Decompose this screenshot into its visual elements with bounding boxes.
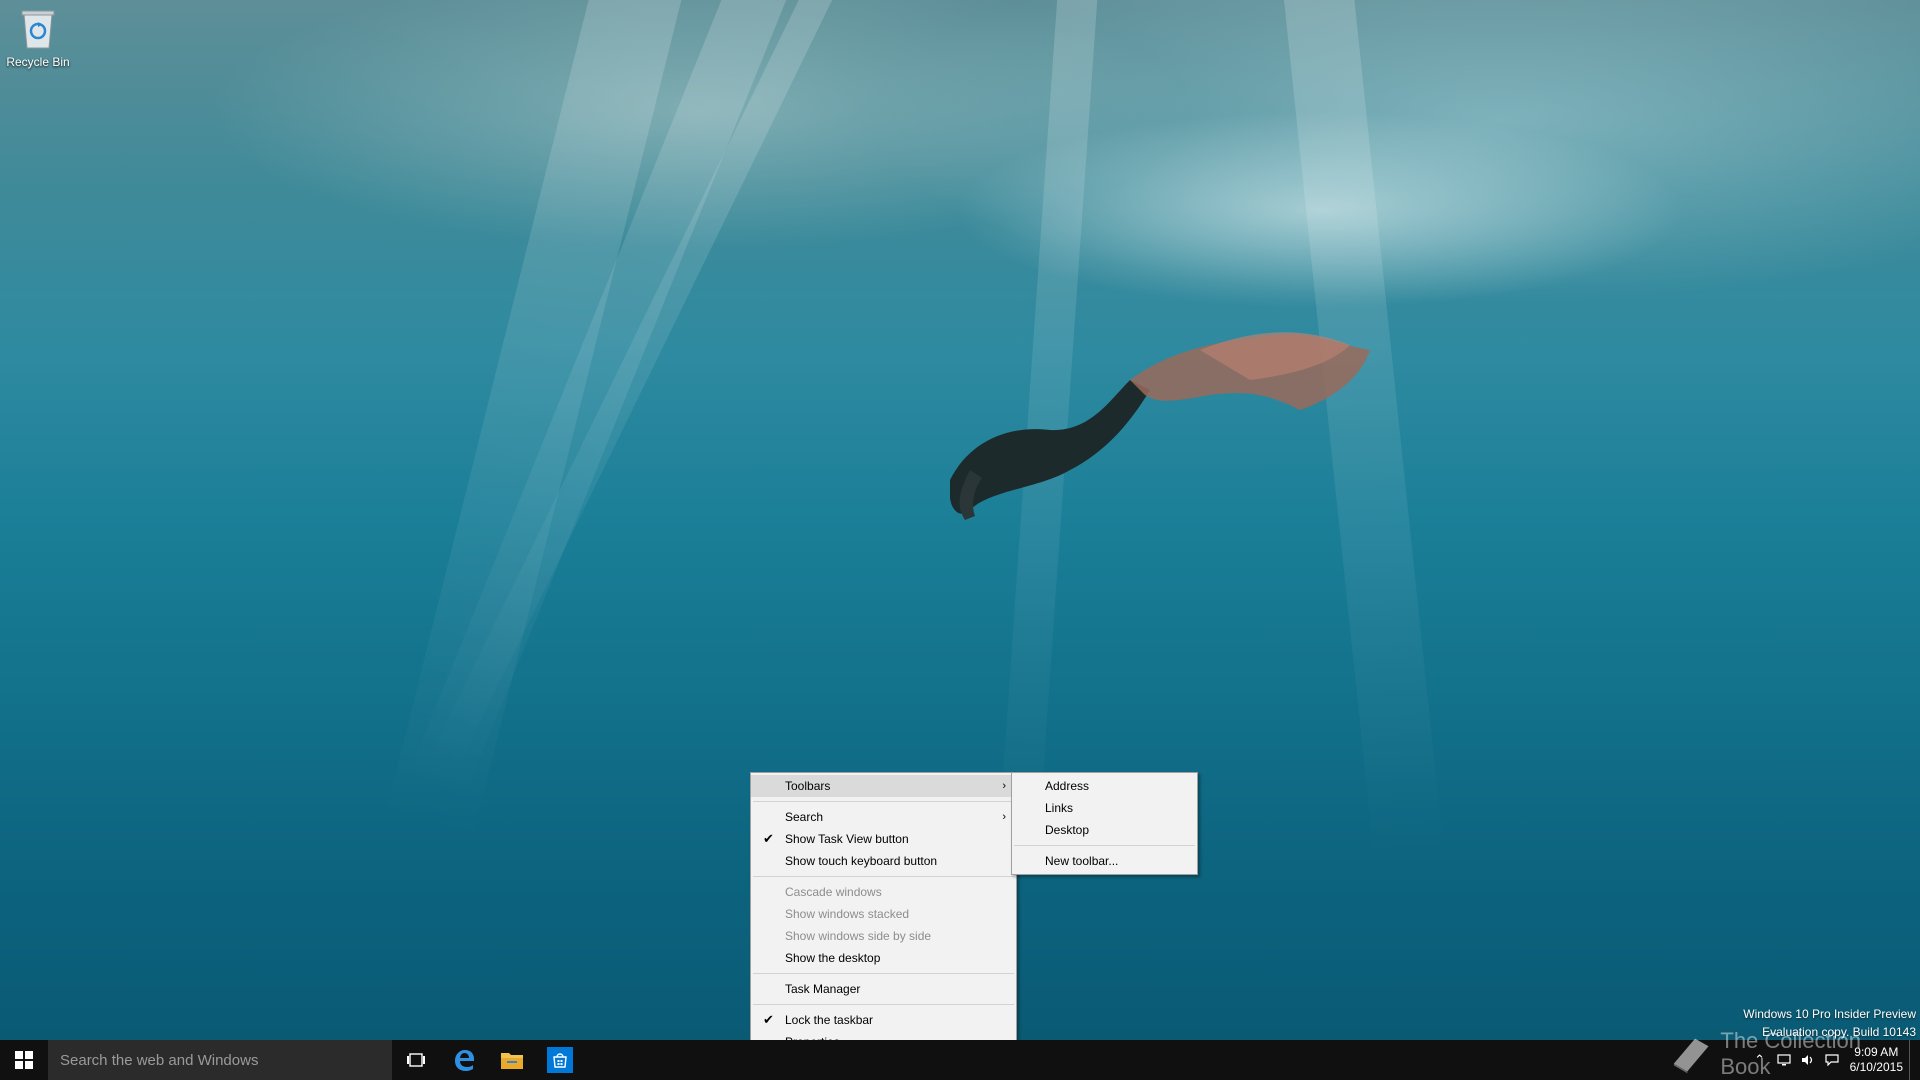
submenu-item-links[interactable]: Links — [1012, 797, 1197, 819]
desktop-icon-recycle-bin[interactable]: Recycle Bin — [4, 6, 72, 69]
menu-item-label: Search — [785, 810, 824, 824]
light-ray — [383, 0, 689, 845]
menu-item-toolbars[interactable]: Toolbars › — [751, 775, 1016, 797]
store-taskbar-button[interactable] — [547, 1047, 573, 1073]
menu-item-label: Cascade windows — [785, 885, 882, 899]
store-icon — [553, 1053, 567, 1068]
menu-item-show-windows-side-by-side: Show windows side by side — [751, 925, 1016, 947]
chevron-right-icon: › — [1002, 811, 1006, 823]
edge-taskbar-button[interactable] — [440, 1040, 488, 1080]
build-watermark: Windows 10 Pro Insider Preview Evaluatio… — [1743, 1005, 1916, 1041]
menu-item-lock-the-taskbar[interactable]: ✔ Lock the taskbar — [751, 1009, 1016, 1031]
menu-item-label: Desktop — [1045, 823, 1090, 837]
menu-item-label: Show Task View button — [785, 832, 909, 846]
submenu-item-new-toolbar[interactable]: New toolbar... — [1012, 850, 1197, 872]
menu-separator — [753, 973, 1014, 974]
show-desktop-button[interactable] — [1909, 1040, 1914, 1080]
submenu-item-desktop[interactable]: Desktop — [1012, 819, 1197, 841]
menu-item-label: Address — [1045, 779, 1090, 793]
menu-item-show-touch-keyboard-button[interactable]: Show touch keyboard button — [751, 850, 1016, 872]
menu-item-search[interactable]: Search › — [751, 806, 1016, 828]
menu-item-label: Show windows stacked — [785, 907, 910, 921]
menu-item-label: Links — [1045, 801, 1074, 815]
taskbar-context-menu: Toolbars › Search › ✔ Show Task View but… — [750, 772, 1017, 1056]
search-placeholder: Search the web and Windows — [60, 1051, 259, 1069]
task-view-button[interactable] — [392, 1040, 440, 1080]
recycle-bin-icon — [21, 10, 55, 49]
taskbar-search-box[interactable]: Search the web and Windows — [48, 1040, 392, 1080]
network-icon[interactable] — [1772, 1040, 1796, 1080]
watermark-build: Evaluation copy. Build 10143 — [1762, 1025, 1916, 1039]
menu-item-cascade-windows: Cascade windows — [751, 881, 1016, 903]
menu-separator — [1014, 845, 1195, 846]
menu-item-task-manager[interactable]: Task Manager — [751, 978, 1016, 1000]
menu-item-show-task-view-button[interactable]: ✔ Show Task View button — [751, 828, 1016, 850]
clock-time: 9:09 AM — [1854, 1045, 1899, 1059]
file-explorer-taskbar-button[interactable] — [488, 1040, 536, 1080]
taskbar[interactable]: Search the web and Windows ⌃ 9:09 AM 6/1… — [0, 1040, 1920, 1080]
menu-item-label: Show windows side by side — [785, 929, 932, 943]
start-button[interactable] — [0, 1040, 48, 1080]
menu-separator — [753, 1004, 1014, 1005]
folder-icon — [501, 1053, 523, 1069]
checkmark-icon: ✔ — [763, 831, 774, 846]
menu-separator — [753, 876, 1014, 877]
edge-icon — [455, 1050, 474, 1071]
taskbar-clock[interactable]: 9:09 AM 6/10/2015 — [1844, 1045, 1909, 1075]
system-tray: ⌃ 9:09 AM 6/10/2015 — [1748, 1040, 1914, 1080]
volume-icon[interactable] — [1796, 1040, 1820, 1080]
menu-item-label: Show the desktop — [785, 951, 881, 965]
menu-item-label: New toolbar... — [1045, 854, 1119, 868]
task-view-icon — [407, 1053, 425, 1067]
checkmark-icon: ✔ — [763, 1012, 774, 1027]
menu-item-label: Show touch keyboard button — [785, 854, 938, 868]
menu-item-show-windows-stacked: Show windows stacked — [751, 903, 1016, 925]
clock-date: 6/10/2015 — [1849, 1060, 1903, 1074]
windows-logo-icon — [15, 1051, 33, 1069]
action-center-icon[interactable] — [1820, 1040, 1844, 1080]
watermark-edition: Windows 10 Pro Insider Preview — [1743, 1007, 1916, 1021]
menu-item-label: Task Manager — [785, 982, 861, 996]
menu-item-label: Toolbars — [785, 779, 831, 793]
menu-separator — [753, 801, 1014, 802]
chevron-right-icon: › — [1002, 780, 1006, 792]
menu-item-show-the-desktop[interactable]: Show the desktop — [751, 947, 1016, 969]
diver-illustration — [950, 332, 1370, 520]
chevron-up-icon[interactable]: ⌃ — [1748, 1040, 1772, 1080]
submenu-item-address[interactable]: Address — [1012, 775, 1197, 797]
toolbars-submenu: Address Links Desktop New toolbar... — [1011, 772, 1198, 875]
desktop-icon-label: Recycle Bin — [6, 55, 70, 69]
menu-item-label: Lock the taskbar — [785, 1013, 874, 1027]
